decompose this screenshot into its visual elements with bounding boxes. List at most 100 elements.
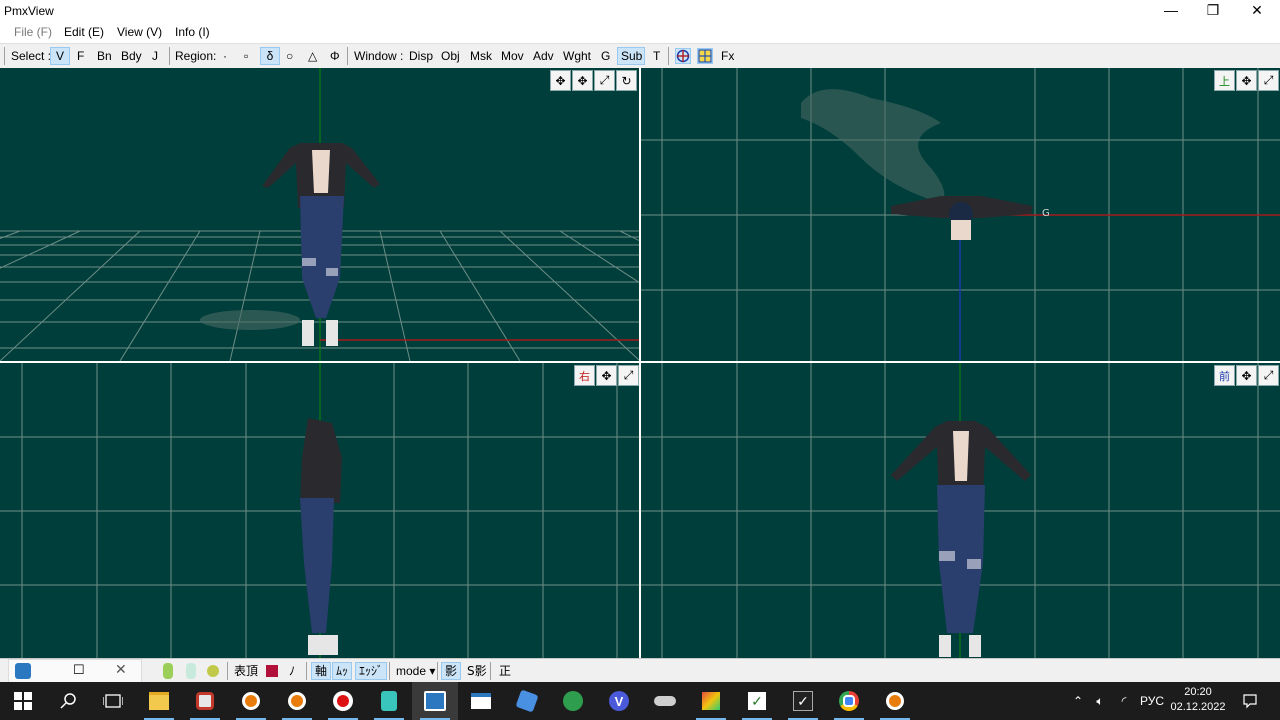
close-button[interactable]: ✕ <box>1234 0 1280 22</box>
front-view-label-button[interactable]: 前 <box>1214 365 1235 386</box>
right-view-label-button[interactable]: 右 <box>574 365 595 386</box>
paint-icon[interactable] <box>688 682 734 720</box>
four-view-layout-icon[interactable] <box>697 48 713 64</box>
start-icon[interactable] <box>0 682 46 720</box>
menu-view[interactable]: View (V) <box>117 25 162 39</box>
color-swatch[interactable] <box>266 665 278 677</box>
region-triangle-button[interactable]: △ <box>305 47 320 65</box>
top-view-label-button[interactable]: 上 <box>1214 70 1235 91</box>
zoom-view-icon[interactable]: ⤢ <box>1258 70 1279 91</box>
target-view-icon[interactable] <box>675 48 691 64</box>
restore-button[interactable]: ❐ <box>1190 0 1236 22</box>
notifications-icon[interactable] <box>1238 682 1262 720</box>
shadow-toggle[interactable]: 影 <box>441 662 462 680</box>
menu-info[interactable]: Info (I) <box>175 25 210 39</box>
tray-chevron-icon[interactable]: ⌃ <box>1068 682 1088 720</box>
taskbar: V ✓ ✓ ⌃ 🔈︎ ◜ РУС 20:20 02.12.2022 <box>0 682 1280 720</box>
blender-icon[interactable] <box>274 682 320 720</box>
clock[interactable]: 20:20 02.12.2022 <box>1162 685 1234 715</box>
volume-icon[interactable]: 🔈︎ <box>1090 682 1110 720</box>
puzzle-icon[interactable] <box>504 682 550 720</box>
region-circle-button[interactable]: ○ <box>283 47 296 65</box>
window-msk-button[interactable]: Msk <box>467 47 495 65</box>
window-app-icon[interactable] <box>458 682 504 720</box>
minimize-button[interactable]: — <box>1148 0 1194 22</box>
side-viewport[interactable]: 右 ✥ ⤢ <box>0 363 639 658</box>
mode-dropdown[interactable]: mode ▾ <box>393 662 438 680</box>
character-model-front-ortho <box>891 421 1031 657</box>
select-vertex-button[interactable]: V <box>50 47 70 65</box>
window-wght-button[interactable]: Wght <box>560 47 594 65</box>
window-t-button[interactable]: T <box>650 47 663 65</box>
strip-separator <box>227 662 228 680</box>
region-phi-button[interactable]: Φ <box>327 47 343 65</box>
perspective-viewport[interactable]: ✥ ✥ ⤢ ↻ <box>0 68 639 361</box>
surface-vertex-toggle[interactable]: 表頂 <box>231 662 261 680</box>
front-viewport[interactable]: 前 ✥ ⤢ <box>641 363 1280 658</box>
move-view-icon[interactable]: ✥ <box>1236 70 1257 91</box>
menu-edit[interactable]: Edit (E) <box>64 25 104 39</box>
rotate-view-icon[interactable]: ↻ <box>616 70 637 91</box>
clock-date: 02.12.2022 <box>1170 701 1226 713</box>
toolbar-separator <box>169 47 170 65</box>
window-adv-button[interactable]: Adv <box>530 47 557 65</box>
edge-toggle[interactable]: ｴｯｼﾞ <box>355 662 388 680</box>
blender-icon[interactable] <box>228 682 274 720</box>
window-sub-button[interactable]: Sub <box>617 47 645 65</box>
axis-toggle[interactable]: 軸 <box>311 662 332 680</box>
yellow-vertex-icon[interactable] <box>207 665 219 677</box>
select-joint-button[interactable]: J <box>149 47 161 65</box>
move-view-icon[interactable]: ✥ <box>1236 365 1257 386</box>
window-g-button[interactable]: G <box>598 47 613 65</box>
mint-vertex-icon[interactable] <box>186 663 196 679</box>
side-scene <box>0 363 639 658</box>
vocaloid-icon[interactable] <box>366 682 412 720</box>
fox-app-icon[interactable] <box>182 682 228 720</box>
zoom-view-icon[interactable]: ⤢ <box>618 365 639 386</box>
close-icon[interactable]: ✕ <box>115 661 127 678</box>
cat-app-icon[interactable] <box>642 682 688 720</box>
file-explorer-icon[interactable] <box>136 682 182 720</box>
side-viewport-controls: 右 ✥ ⤢ <box>574 365 639 386</box>
task-view-icon[interactable] <box>90 682 136 720</box>
top-viewport[interactable]: G 上 ✥ ⤢ <box>641 68 1280 361</box>
region-point-button[interactable]: · <box>220 47 230 65</box>
region-rect-button[interactable]: ▫ <box>241 47 251 65</box>
record-icon[interactable] <box>320 682 366 720</box>
menu-file[interactable]: File (F) <box>14 25 52 39</box>
check-app-icon[interactable]: ✓ <box>780 682 826 720</box>
search-icon[interactable] <box>46 682 92 720</box>
window-obj-button[interactable]: Obj <box>438 47 463 65</box>
select-bone-button[interactable]: Bn <box>94 47 115 65</box>
move-view-icon[interactable]: ✥ <box>572 70 593 91</box>
move-view-icon[interactable]: ✥ <box>596 365 617 386</box>
green-vertex-icon[interactable] <box>163 663 173 679</box>
window-mov-button[interactable]: Mov <box>498 47 527 65</box>
zoom-view-icon[interactable]: ⤢ <box>594 70 615 91</box>
window-disp-button[interactable]: Disp <box>406 47 436 65</box>
top-scene: G <box>641 68 1280 361</box>
select-face-button[interactable]: F <box>74 47 87 65</box>
pmxview-icon[interactable] <box>412 682 458 720</box>
viewport-toolbar: ☐ ✕ 表頂 ﾉ 軸 ﾑｯ ｴｯｼﾞ mode ▾ 影 S影 正 <box>0 658 1280 683</box>
check-app-icon[interactable]: ✓ <box>734 682 780 720</box>
window-title: PmxView <box>4 4 54 18</box>
leaf-icon[interactable] <box>550 682 596 720</box>
zoom-view-icon[interactable]: ⤢ <box>1258 365 1279 386</box>
fx-button[interactable]: Fx <box>718 47 737 65</box>
v-app-icon[interactable]: V <box>596 682 642 720</box>
select-body-button[interactable]: Bdy <box>118 47 145 65</box>
minimized-subwindow[interactable]: ☐ ✕ <box>8 659 142 683</box>
self-shadow-toggle[interactable]: S影 <box>464 662 490 680</box>
network-icon[interactable]: ◜ <box>1114 682 1134 720</box>
no-toggle[interactable]: ﾉ <box>286 662 298 680</box>
move-view-icon[interactable]: ✥ <box>550 70 571 91</box>
orthographic-toggle[interactable]: 正 <box>496 662 514 680</box>
chrome-icon[interactable] <box>826 682 872 720</box>
region-lasso-button[interactable]: δ <box>260 47 280 65</box>
mesh-toggle[interactable]: ﾑｯ <box>332 662 353 680</box>
subwindow-app-icon <box>15 663 31 679</box>
maximize-icon[interactable]: ☐ <box>73 662 85 678</box>
front-scene <box>641 363 1280 658</box>
blender-icon[interactable] <box>872 682 918 720</box>
